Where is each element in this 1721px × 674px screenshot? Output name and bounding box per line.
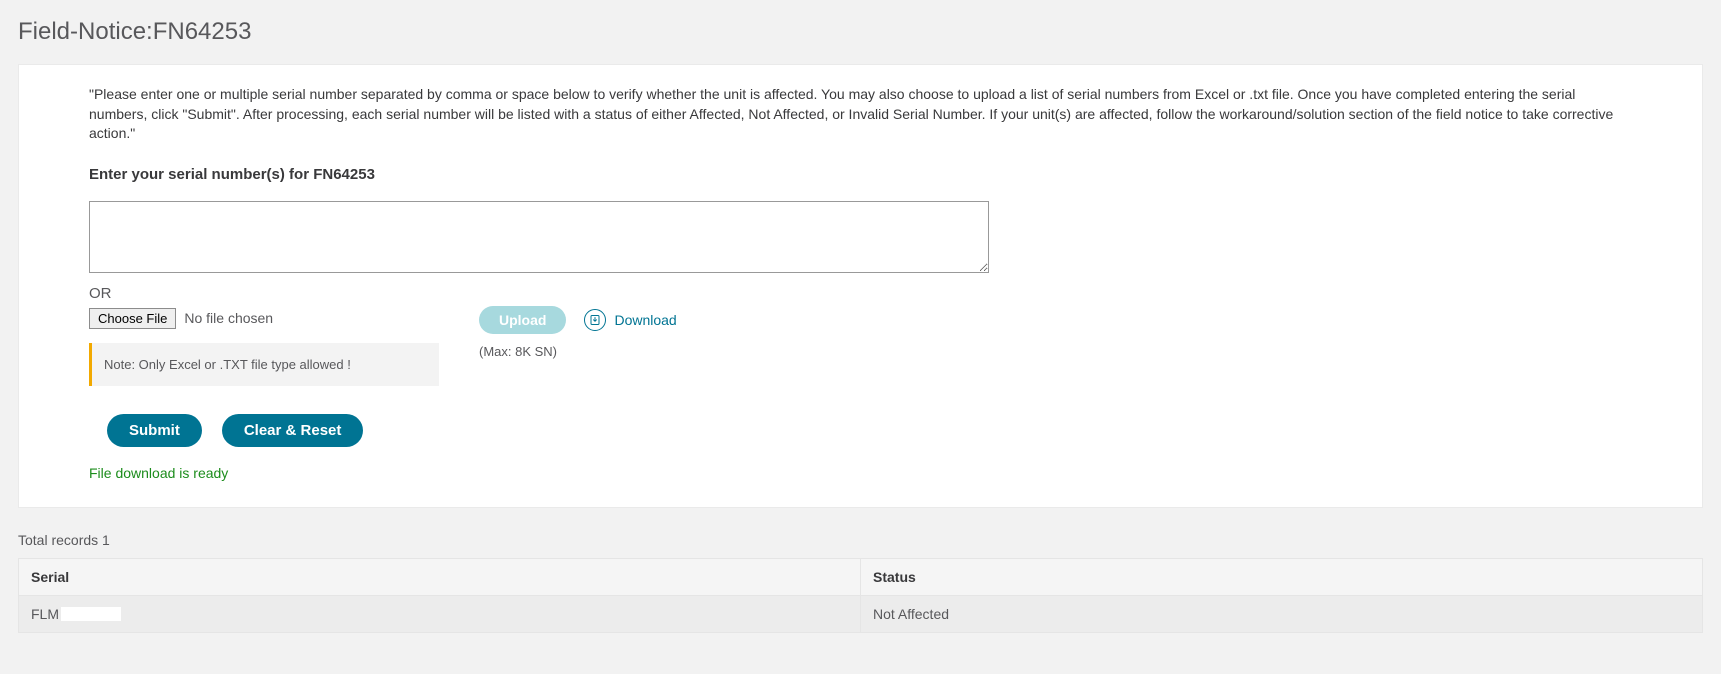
serial-cell: FLM <box>19 595 861 632</box>
serial-prefix: FLM <box>31 606 59 622</box>
instructions-text: "Please enter one or multiple serial num… <box>89 85 1632 144</box>
max-sn-note: (Max: 8K SN) <box>479 344 677 359</box>
download-ready-status: File download is ready <box>89 465 1632 481</box>
table-row: FLM Not Affected <box>19 595 1703 632</box>
download-icon <box>584 309 606 331</box>
or-divider-text: OR <box>89 285 1632 302</box>
choose-file-button[interactable]: Choose File <box>89 308 176 329</box>
column-header-serial: Serial <box>19 558 861 595</box>
file-type-note: Note: Only Excel or .TXT file type allow… <box>89 343 439 386</box>
serial-input-label: Enter your serial number(s) for FN64253 <box>89 166 1632 183</box>
download-link[interactable]: Download <box>584 309 676 331</box>
page-title: Field-Notice:FN64253 <box>18 18 1703 46</box>
total-records-label: Total records 1 <box>18 532 1703 548</box>
download-link-text: Download <box>614 312 676 328</box>
redacted-serial-icon <box>61 607 121 621</box>
results-table: Serial Status FLM Not Affected <box>18 558 1703 633</box>
status-cell: Not Affected <box>861 595 1703 632</box>
main-card: "Please enter one or multiple serial num… <box>18 64 1703 508</box>
serial-textarea[interactable] <box>89 201 989 273</box>
upload-button[interactable]: Upload <box>479 306 566 334</box>
submit-button[interactable]: Submit <box>107 414 202 447</box>
column-header-status: Status <box>861 558 1703 595</box>
no-file-chosen-text: No file chosen <box>184 310 273 326</box>
clear-reset-button[interactable]: Clear & Reset <box>222 414 364 447</box>
